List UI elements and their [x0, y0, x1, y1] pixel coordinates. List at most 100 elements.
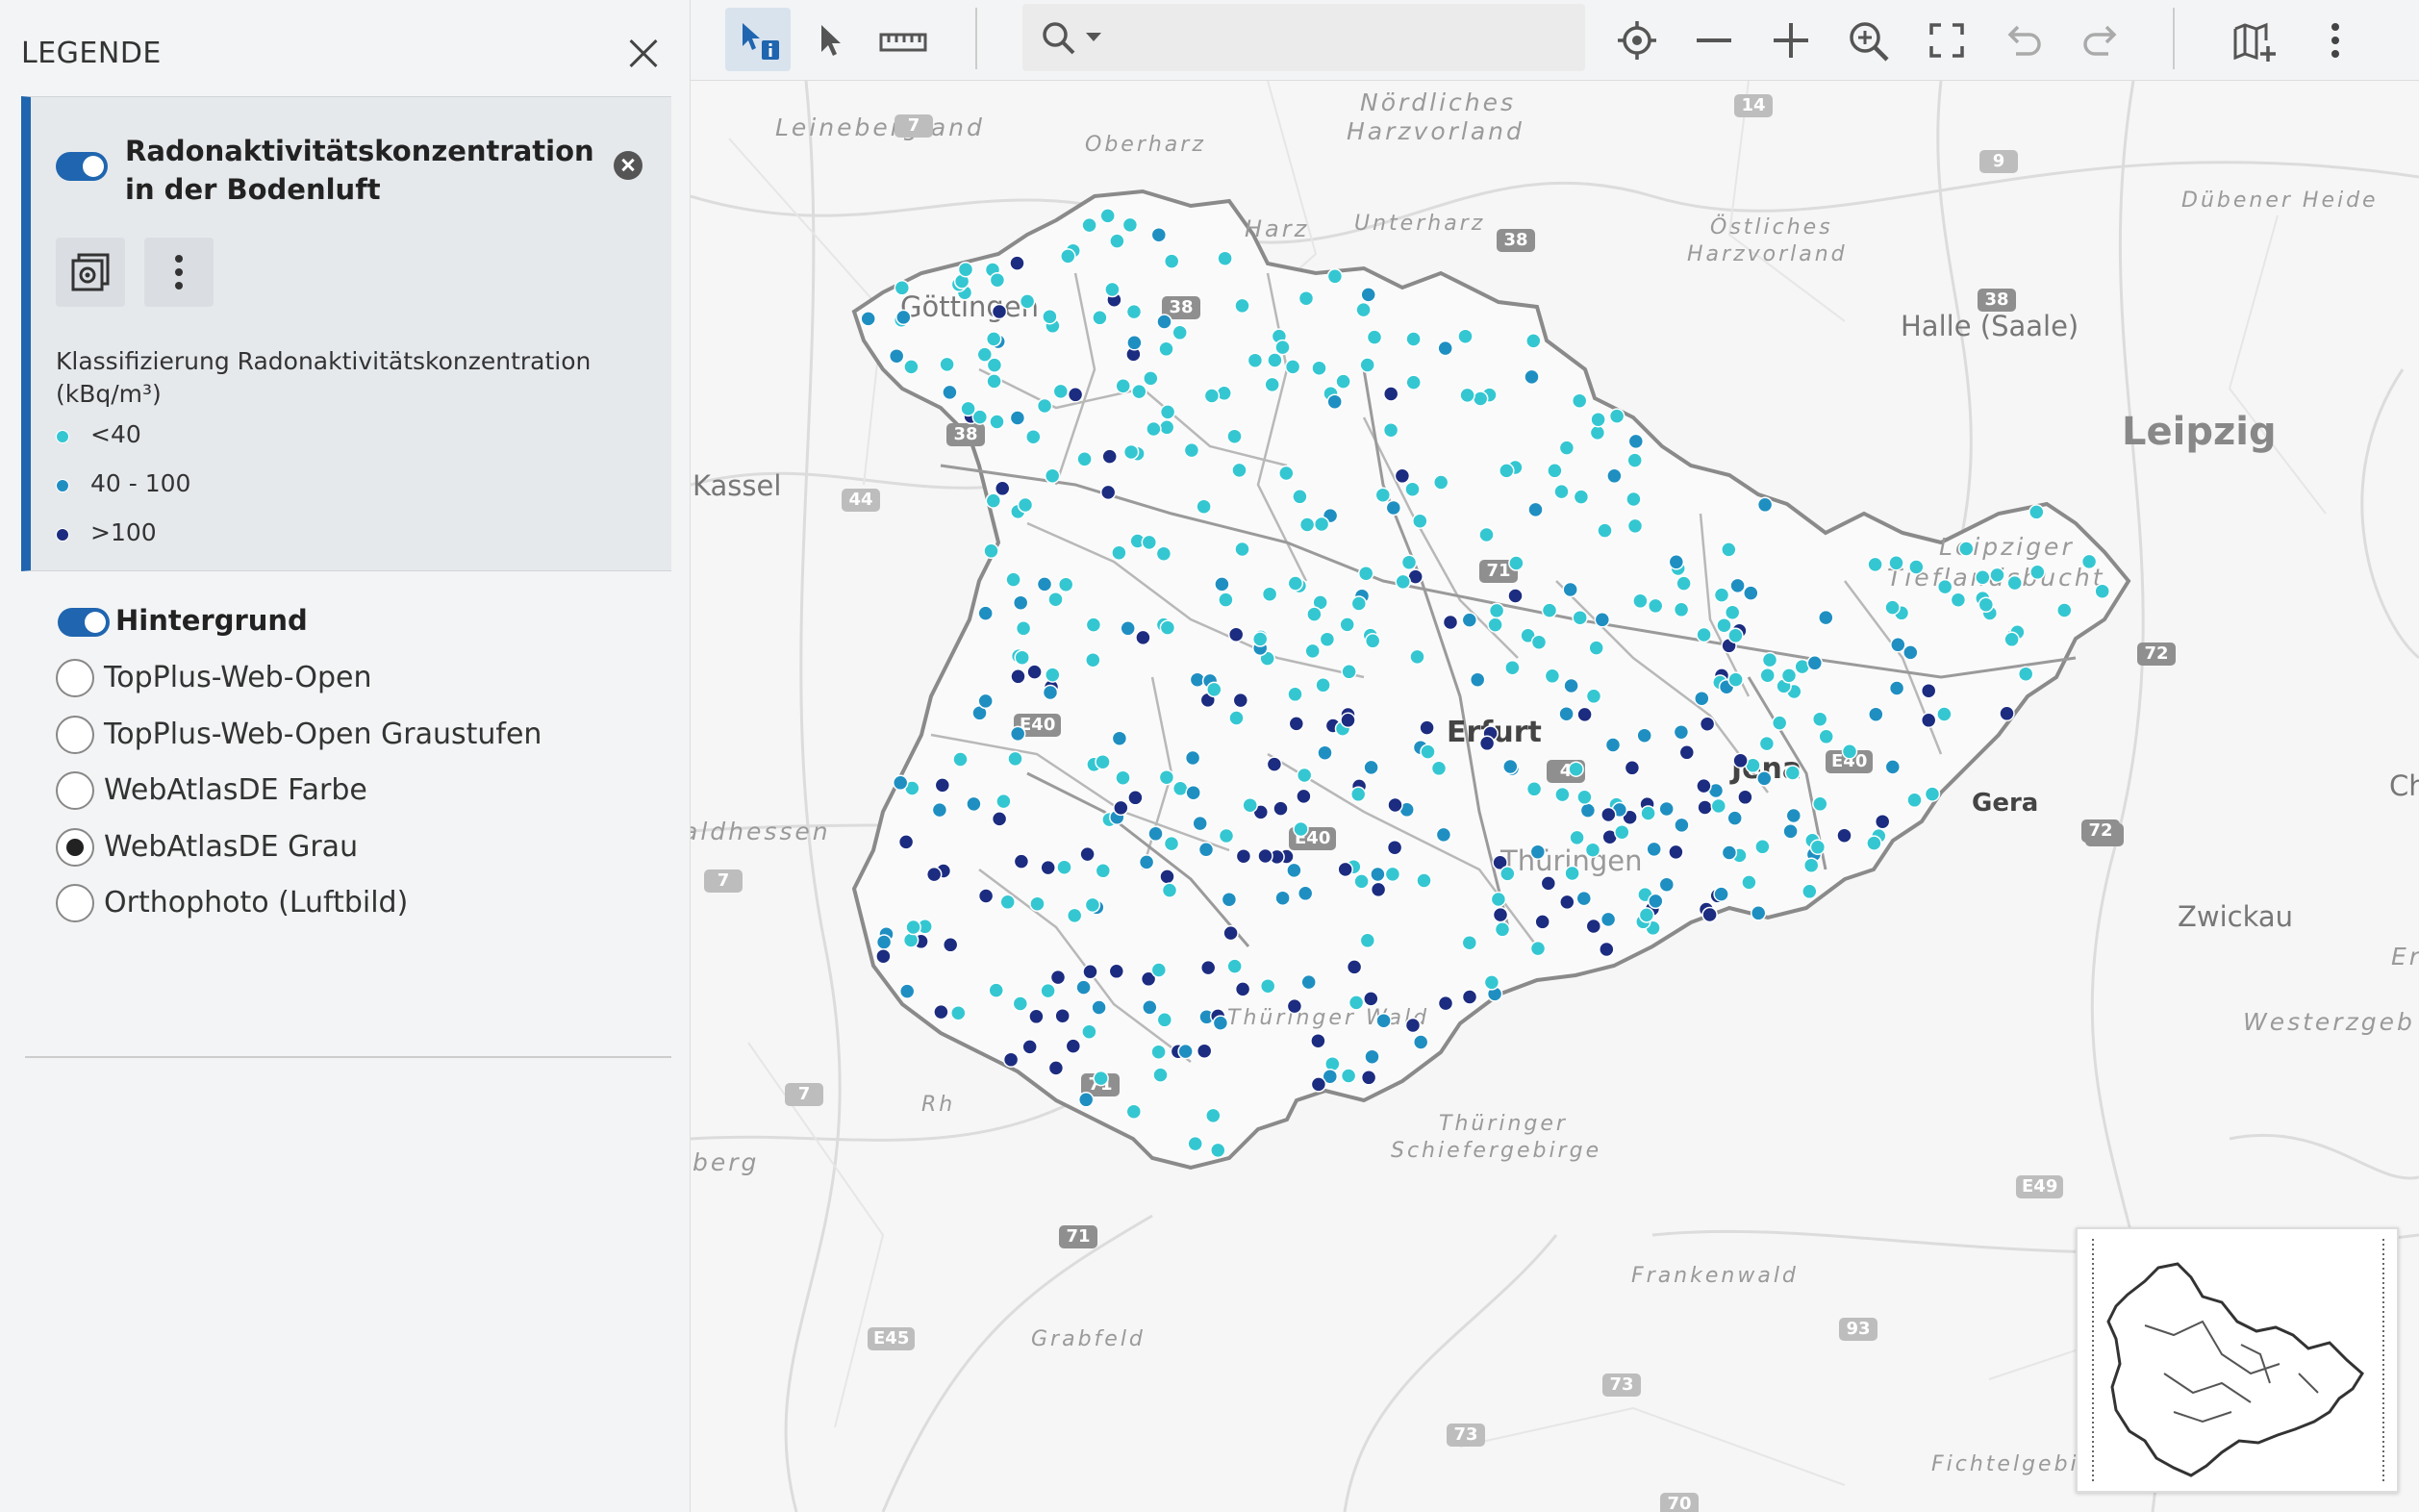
radon-measurement-point[interactable] [897, 834, 915, 850]
radon-measurement-point[interactable] [1234, 541, 1250, 558]
layer-more-button[interactable] [144, 238, 214, 307]
radon-measurement-point[interactable] [1716, 617, 1732, 634]
radon-measurement-point[interactable] [942, 384, 958, 401]
radon-measurement-point[interactable] [1310, 1032, 1326, 1049]
radon-measurement-point[interactable] [934, 777, 951, 794]
radon-measurement-point[interactable] [1975, 569, 1991, 586]
radon-measurement-point[interactable] [1437, 995, 1454, 1012]
locate-button[interactable] [1604, 8, 1670, 71]
radon-measurement-point[interactable] [1558, 440, 1575, 456]
radon-measurement-point[interactable] [1009, 255, 1025, 271]
radon-measurement-point[interactable] [2094, 583, 2110, 599]
radon-measurement-point[interactable] [1131, 383, 1147, 400]
radon-measurement-point[interactable] [1430, 760, 1448, 777]
radon-measurement-point[interactable] [1906, 792, 1923, 809]
radon-measurement-point[interactable] [892, 774, 909, 792]
radon-measurement-point[interactable] [1234, 981, 1251, 997]
radon-measurement-point[interactable] [1412, 513, 1428, 529]
radon-measurement-point[interactable] [1405, 331, 1422, 347]
radon-measurement-point[interactable] [1184, 749, 1201, 767]
radon-measurement-point[interactable] [1676, 575, 1692, 592]
radon-measurement-point[interactable] [1013, 853, 1030, 869]
radon-measurement-point[interactable] [1563, 677, 1579, 694]
radon-measurement-point[interactable] [1924, 786, 1941, 802]
radon-measurement-point[interactable] [903, 359, 920, 375]
radon-measurement-point[interactable] [1206, 681, 1222, 698]
radon-measurement-point[interactable] [1374, 487, 1392, 503]
radon-measurement-point[interactable] [1499, 463, 1515, 479]
radon-measurement-point[interactable] [1057, 576, 1074, 592]
radon-measurement-point[interactable] [1936, 578, 1953, 595]
radon-measurement-point[interactable] [1673, 601, 1690, 618]
radon-measurement-point[interactable] [1412, 1034, 1429, 1050]
radon-measurement-point[interactable] [1818, 728, 1834, 745]
radon-measurement-point[interactable] [1348, 995, 1365, 1011]
radon-measurement-point[interactable] [1559, 894, 1575, 911]
radon-measurement-point[interactable] [1759, 667, 1776, 684]
radon-measurement-point[interactable] [1564, 865, 1580, 882]
radio-button[interactable] [56, 659, 94, 697]
radon-measurement-point[interactable] [1584, 842, 1601, 858]
radon-measurement-point[interactable] [1296, 788, 1312, 805]
radon-measurement-point[interactable] [1296, 767, 1313, 784]
radon-measurement-point[interactable] [985, 331, 1002, 347]
radon-measurement-point[interactable] [1156, 1012, 1173, 1028]
radon-measurement-point[interactable] [1341, 664, 1357, 680]
radon-measurement-point[interactable] [1122, 443, 1140, 461]
radon-measurement-point[interactable] [1040, 859, 1056, 876]
radio-button[interactable] [56, 716, 94, 754]
feature-info-button[interactable] [725, 8, 791, 71]
radon-measurement-point[interactable] [1785, 807, 1802, 824]
radon-measurement-point[interactable] [1606, 467, 1623, 485]
radon-measurement-point[interactable] [1298, 290, 1315, 307]
radon-measurement-point[interactable] [1499, 866, 1516, 882]
radon-measurement-point[interactable] [1920, 712, 1937, 729]
background-toggle[interactable] [58, 608, 110, 637]
close-icon[interactable] [619, 31, 666, 77]
radon-measurement-point[interactable] [1218, 827, 1235, 844]
radon-measurement-point[interactable] [1461, 989, 1478, 1005]
radon-measurement-point[interactable] [1811, 711, 1828, 727]
radon-measurement-point[interactable] [1293, 820, 1309, 838]
radon-measurement-point[interactable] [991, 811, 1008, 827]
radon-measurement-point[interactable] [1366, 329, 1383, 345]
radon-measurement-point[interactable] [1771, 715, 1788, 731]
radon-measurement-point[interactable] [952, 751, 969, 768]
radon-measurement-point[interactable] [1021, 1039, 1038, 1055]
radon-measurement-point[interactable] [1125, 1103, 1143, 1120]
radon-measurement-point[interactable] [1199, 959, 1217, 976]
radon-measurement-point[interactable] [1335, 373, 1351, 390]
radon-measurement-point[interactable] [1007, 750, 1023, 768]
radon-measurement-point[interactable] [1626, 452, 1643, 468]
radon-measurement-point[interactable] [1326, 268, 1344, 285]
radon-measurement-point[interactable] [1227, 626, 1245, 643]
radon-measurement-point[interactable] [1507, 588, 1524, 604]
radon-measurement-point[interactable] [1292, 489, 1308, 505]
radon-measurement-point[interactable] [1222, 924, 1239, 942]
radon-measurement-point[interactable] [1627, 433, 1645, 450]
radon-measurement-point[interactable] [1150, 1044, 1167, 1060]
radon-measurement-point[interactable] [1158, 769, 1175, 786]
radon-measurement-point[interactable] [1585, 918, 1602, 935]
radon-measurement-point[interactable] [1812, 795, 1828, 813]
radon-measurement-point[interactable] [1599, 941, 1615, 958]
radon-measurement-point[interactable] [1576, 706, 1593, 723]
radon-measurement-point[interactable] [1636, 727, 1652, 743]
radon-measurement-point[interactable] [1888, 680, 1905, 696]
radon-measurement-point[interactable] [1487, 617, 1503, 633]
radon-measurement-point[interactable] [2080, 553, 2098, 570]
radon-measurement-point[interactable] [1306, 606, 1323, 622]
radon-measurement-point[interactable] [1541, 602, 1558, 618]
radon-measurement-point[interactable] [1432, 474, 1449, 491]
radon-measurement-point[interactable] [1668, 554, 1685, 570]
radon-measurement-point[interactable] [1150, 226, 1168, 243]
radon-measurement-point[interactable] [1696, 626, 1712, 643]
radio-button-selected[interactable] [56, 828, 94, 867]
radon-measurement-point[interactable] [1217, 250, 1233, 266]
radon-measurement-point[interactable] [1626, 517, 1644, 535]
radon-measurement-point[interactable] [1694, 690, 1710, 707]
radon-measurement-point[interactable] [931, 801, 948, 819]
radon-measurement-point[interactable] [1079, 845, 1096, 863]
radon-measurement-point[interactable] [1527, 501, 1544, 518]
radon-measurement-point[interactable] [1658, 800, 1675, 818]
